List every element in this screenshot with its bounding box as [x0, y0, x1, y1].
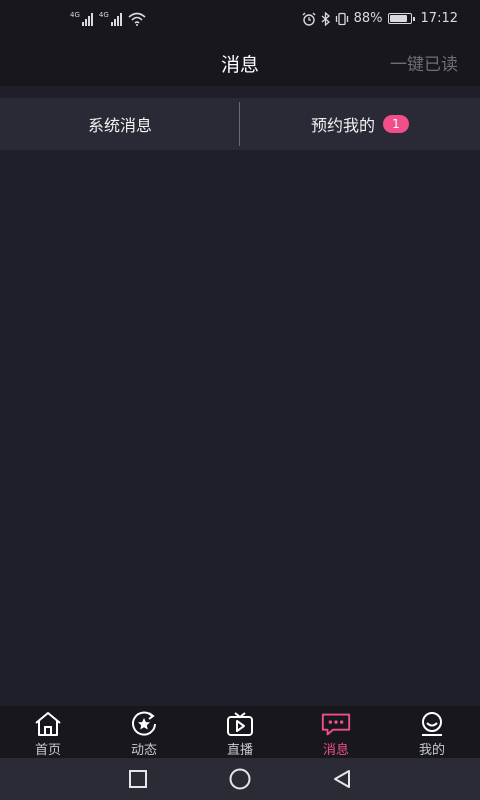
recent-apps-button[interactable]: [118, 759, 158, 799]
mark-all-read-button[interactable]: 一键已读: [390, 50, 458, 75]
system-nav-bar: [0, 758, 480, 800]
recent-apps-icon: [129, 770, 147, 788]
alarm-icon: [302, 12, 316, 26]
nav-item-live[interactable]: 直播: [192, 706, 288, 758]
header: 消息 一键已读: [0, 40, 480, 86]
vibrate-icon: [335, 12, 348, 25]
unread-badge: 1: [383, 115, 409, 133]
signal-icon: 4G: [99, 12, 122, 26]
nav-item-profile[interactable]: 我的: [384, 706, 480, 758]
battery-icon: [387, 13, 415, 24]
tab-label: 预约我的: [310, 116, 375, 135]
wifi-icon: [128, 12, 146, 26]
status-left: 4G 4G: [70, 12, 146, 26]
home-icon: [35, 712, 61, 736]
message-tabs: 系统消息 预约我的 1: [0, 98, 480, 150]
nav-label: 我的: [418, 743, 445, 758]
nav-label: 直播: [226, 743, 253, 758]
nav-item-home[interactable]: 首页: [0, 706, 96, 758]
status-bar: 4G 4G 88% 17:12: [0, 0, 480, 40]
nav-item-messages[interactable]: 消息: [288, 706, 384, 758]
message-icon: [321, 713, 351, 736]
signal-icon: 4G: [70, 12, 93, 26]
nav-label: 首页: [34, 743, 61, 758]
back-button[interactable]: [322, 759, 362, 799]
tv-icon: [227, 712, 253, 736]
status-right: 88% 17:12: [302, 11, 458, 26]
network-type-label: 4G: [98, 11, 109, 19]
nav-label: 动态: [130, 743, 157, 758]
battery-percent: 88%: [353, 11, 383, 26]
message-list: [0, 150, 480, 706]
tab-label: 系统消息: [87, 116, 152, 135]
star-refresh-icon: [132, 711, 156, 736]
nav-label: 消息: [322, 743, 349, 758]
tab-system-messages[interactable]: 系统消息: [0, 98, 240, 150]
back-triangle-icon: [334, 770, 350, 788]
profile-icon: [422, 712, 442, 736]
nav-item-feed[interactable]: 动态: [96, 706, 192, 758]
clock: 17:12: [420, 11, 458, 26]
screen: 4G 4G 88% 17:12 消息 一键已读 系统消息 预约我的 1 首页 动…: [0, 0, 480, 800]
tab-reservations[interactable]: 预约我的 1: [240, 98, 480, 150]
bottom-nav: 首页 动态 直播 消息 我的: [0, 706, 480, 758]
home-button[interactable]: [220, 759, 260, 799]
bluetooth-icon: [321, 11, 330, 26]
battery-level: [389, 15, 408, 22]
home-circle-icon: [229, 768, 251, 790]
network-type-label: 4G: [70, 11, 80, 19]
